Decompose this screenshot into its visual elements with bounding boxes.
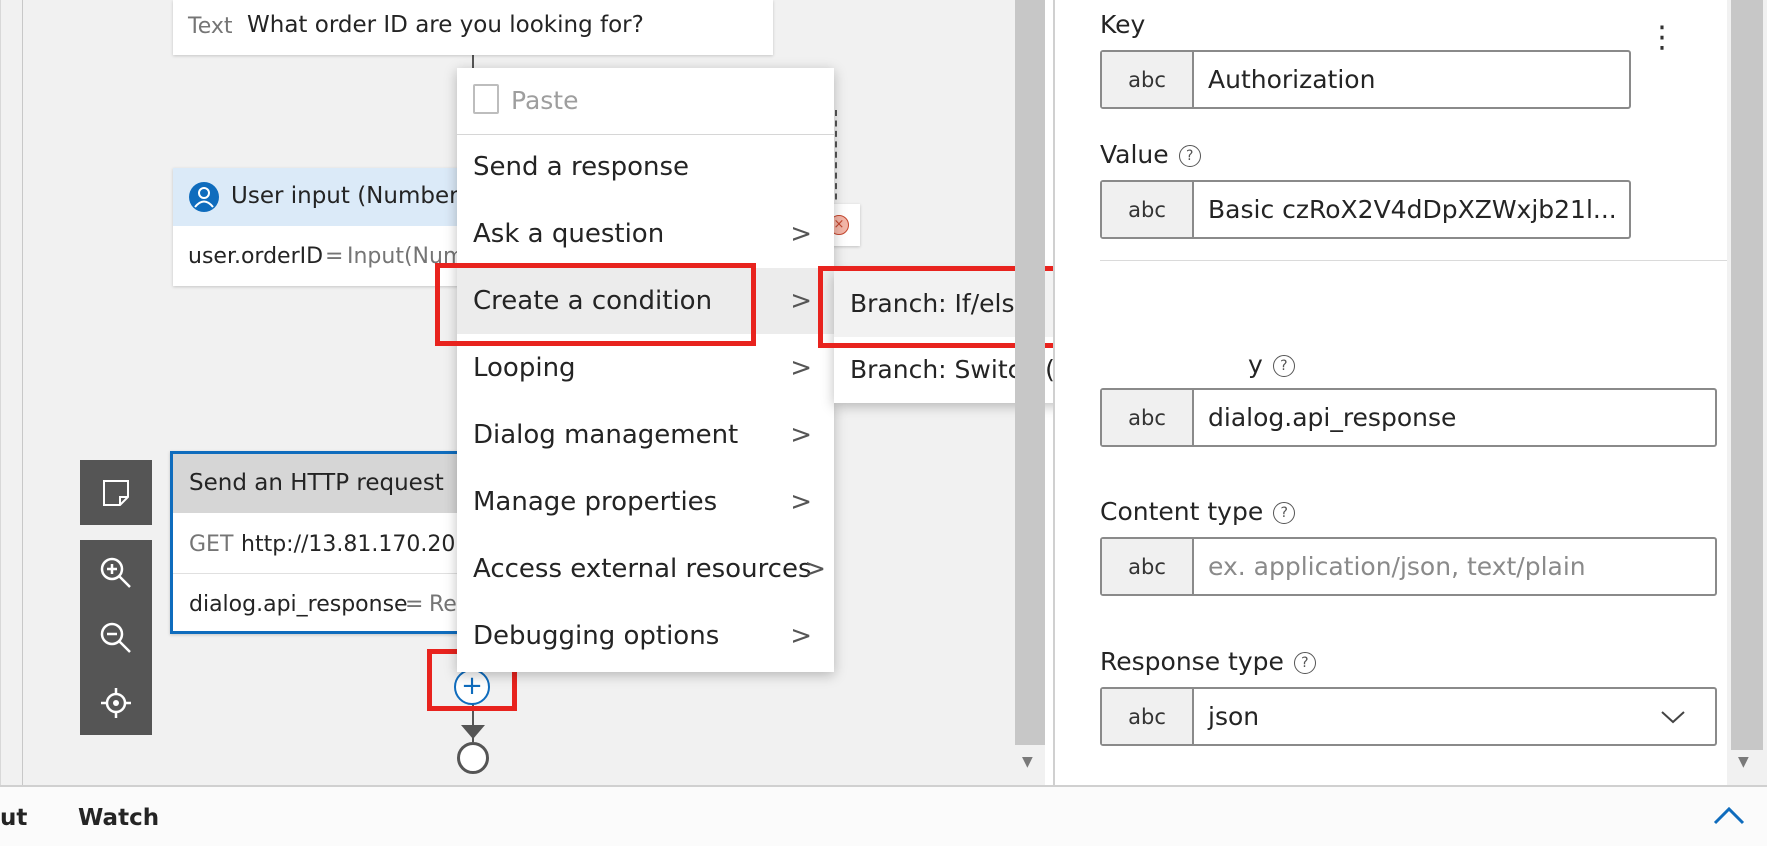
http-node-equals: =: [405, 592, 424, 617]
fit-to-screen-button[interactable]: [80, 673, 152, 733]
value-value: Basic czRoX2V4dDpXZWxjb21l...: [1208, 195, 1617, 224]
user-input-node[interactable]: User input (Number) user.orderID = Input…: [173, 168, 473, 286]
menu-item-label: Dialog management: [473, 420, 739, 450]
menu-item-label: Send a response: [473, 152, 690, 182]
chevron-right-icon: >: [790, 420, 812, 450]
help-icon[interactable]: ?: [1272, 355, 1295, 377]
value-field[interactable]: abc Basic czRoX2V4dDpXZWxjb21l...: [1100, 180, 1631, 239]
panel-scroll-down-arrow-icon[interactable]: ▼: [1738, 754, 1749, 770]
key-label: Key: [1100, 10, 1146, 39]
response-type-select[interactable]: abc json: [1100, 687, 1717, 746]
user-input-node-property: user.orderID: [188, 244, 324, 269]
menu-paste-label: Paste: [511, 86, 579, 115]
zoom-in-button[interactable]: [80, 543, 152, 603]
value-label-text: Value: [1100, 140, 1169, 169]
note-icon: [103, 479, 129, 506]
canvas-divider: [22, 0, 23, 785]
result-label-text: y: [1248, 350, 1263, 379]
value-type-tag: abc: [1102, 182, 1194, 237]
paste-icon: [473, 84, 499, 114]
target-icon: [101, 687, 131, 718]
response-type-value: json: [1208, 702, 1260, 731]
help-icon[interactable]: ?: [1293, 652, 1316, 674]
menu-item-label: Ask a question: [473, 219, 665, 249]
http-node-title: Send an HTTP request: [189, 470, 444, 496]
menu-item-ask-question[interactable]: Ask a question >: [457, 201, 834, 267]
content-type-label: Content type?: [1100, 497, 1296, 526]
panel-scrollbar-thumb[interactable]: [1731, 0, 1763, 750]
end-node-circle: [457, 742, 489, 774]
help-icon[interactable]: ?: [1178, 145, 1201, 167]
content-type-tag: abc: [1102, 539, 1194, 594]
chevron-right-icon: >: [804, 554, 826, 584]
menu-item-label: Manage properties: [473, 487, 718, 517]
key-value: Authorization: [1208, 65, 1376, 94]
user-input-node-title: User input (Number): [231, 183, 468, 209]
http-node-result-prop: dialog.api_response: [189, 592, 408, 617]
http-node-method: GET: [189, 532, 234, 557]
text-node-content: What order ID are you looking for?: [247, 12, 644, 38]
menu-paste[interactable]: Paste: [457, 68, 834, 134]
scroll-down-arrow-icon[interactable]: ▼: [1022, 754, 1033, 770]
result-type-tag: abc: [1102, 390, 1194, 445]
canvas-scrollbar-thumb[interactable]: [1015, 0, 1045, 745]
minimap-button[interactable]: [80, 460, 152, 525]
text-node-prefix: Text: [188, 14, 233, 39]
tab-watch[interactable]: Watch: [78, 805, 159, 831]
menu-item-label: Access external resources: [473, 554, 812, 584]
highlight-create-condition: [435, 263, 756, 346]
menu-item-manage-properties[interactable]: Manage properties >: [457, 469, 834, 535]
http-request-node[interactable]: Send an HTTP request GET http://13.81.17…: [170, 451, 477, 634]
add-action-menu: Paste Send a response Ask a question > C…: [457, 68, 834, 672]
menu-item-label: Debugging options: [473, 621, 720, 651]
section-divider: [1100, 260, 1746, 261]
zoom-in-icon: [100, 557, 131, 588]
more-options-button[interactable]: ⋮: [1647, 18, 1677, 58]
text-node[interactable]: Text What order ID are you looking for?: [173, 0, 773, 55]
debug-bottom-bar: ut Watch: [0, 785, 1767, 846]
zoom-out-button[interactable]: [80, 608, 152, 668]
content-type-label-text: Content type: [1100, 497, 1264, 526]
menu-item-label: Looping: [473, 353, 576, 383]
content-type-placeholder: ex. application/json, text/plain: [1208, 552, 1586, 581]
chevron-down-icon: [1661, 711, 1685, 724]
tab-output[interactable]: ut: [0, 805, 27, 831]
menu-item-debugging[interactable]: Debugging options >: [457, 603, 834, 669]
chevron-right-icon: >: [790, 353, 812, 383]
http-node-divider: [173, 573, 473, 574]
zoom-out-icon: [100, 622, 131, 653]
more-vertical-icon: ⋮: [1647, 20, 1677, 55]
http-node-url: http://13.81.170.205:: [241, 532, 477, 557]
response-type-label-text: Response type: [1100, 647, 1284, 676]
menu-item-dialog-management[interactable]: Dialog management >: [457, 402, 834, 468]
response-type-label: Response type?: [1100, 647, 1316, 676]
menu-item-send-response[interactable]: Send a response: [457, 134, 834, 200]
help-icon[interactable]: ?: [1273, 502, 1296, 524]
menu-item-access-external[interactable]: Access external resources >: [457, 536, 834, 602]
expand-panel-icon[interactable]: [1712, 803, 1746, 827]
chevron-right-icon: >: [790, 487, 812, 517]
response-type-tag: abc: [1102, 689, 1194, 744]
chevron-right-icon: >: [790, 621, 812, 651]
chevron-right-icon: >: [790, 219, 812, 249]
chevron-right-icon: >: [790, 286, 812, 316]
zoom-toolbar: [80, 540, 152, 735]
result-property-field[interactable]: abc dialog.api_response: [1100, 388, 1717, 447]
flow-arrowhead: [461, 725, 485, 739]
properties-panel: Key ⋮ abc Authorization Value? abc Basic…: [1053, 0, 1746, 785]
user-icon: [189, 182, 219, 212]
content-type-field[interactable]: abc ex. application/json, text/plain: [1100, 537, 1717, 596]
user-input-node-equals: =: [325, 244, 344, 269]
value-label: Value?: [1100, 140, 1201, 169]
key-field[interactable]: abc Authorization: [1100, 50, 1631, 109]
flow-connector-dashed: [835, 110, 837, 210]
result-value: dialog.api_response: [1208, 403, 1457, 432]
result-property-label-partial: y?: [1248, 350, 1295, 379]
key-type-tag: abc: [1102, 52, 1194, 107]
